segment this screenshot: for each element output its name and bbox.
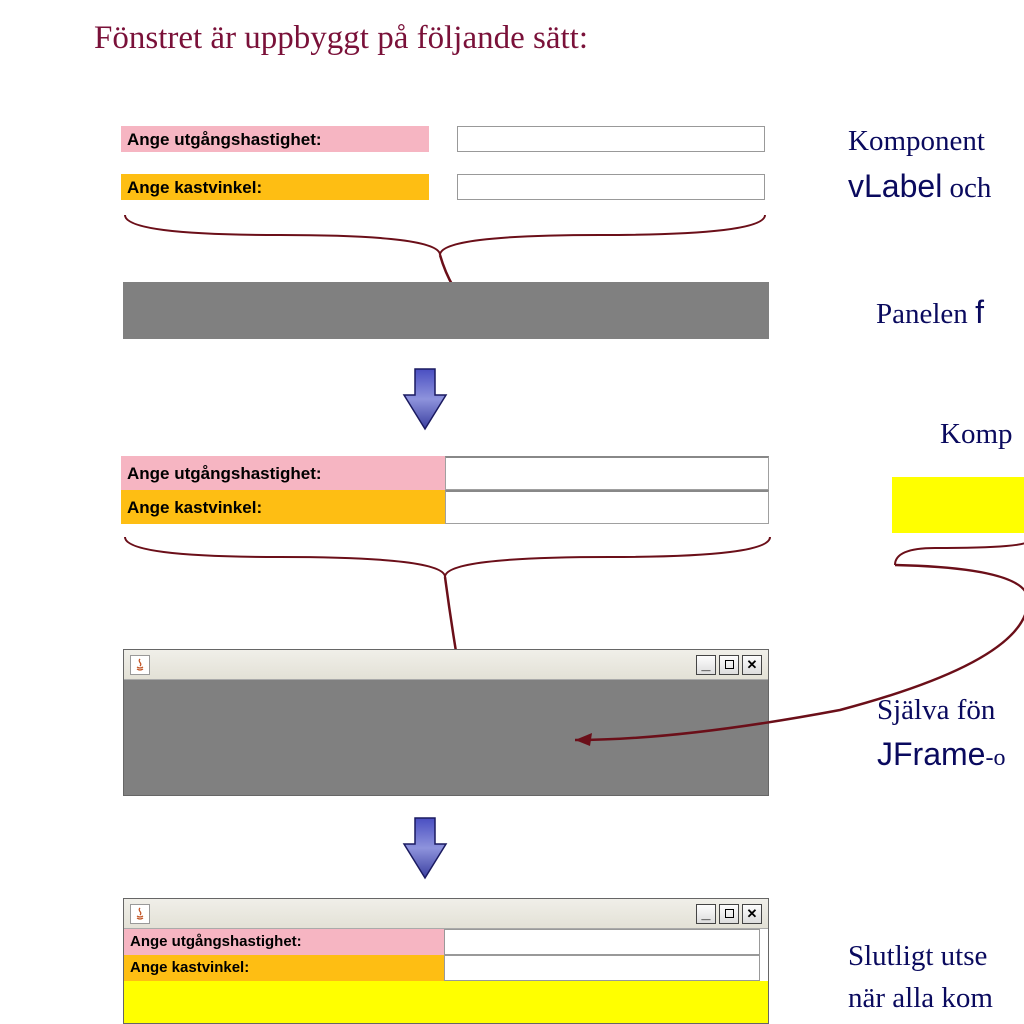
label-angle-3: Ange kastvinkel:	[124, 955, 444, 981]
code-jframe: JFrame	[877, 736, 985, 772]
java-icon	[130, 655, 150, 675]
text-vlabel-line: vLabel och	[848, 168, 991, 205]
label-speed-3: Ange utgångshastighet:	[124, 929, 444, 955]
down-arrow-icon	[400, 365, 450, 435]
input-speed-placeholder	[457, 126, 765, 152]
panel-grey	[123, 282, 769, 339]
text-nar-alla: när alla kom	[848, 982, 993, 1015]
yellow-box-right	[892, 477, 1024, 533]
text-komp: Komp	[940, 418, 1013, 451]
label-angle-2: Ange kastvinkel:	[121, 490, 445, 524]
text-jframe-line: JFrame-o	[877, 736, 1005, 773]
page-title: Fönstret är uppbyggt på följande sätt:	[94, 20, 588, 57]
titlebar-2: _ ✕	[124, 899, 768, 929]
input-angle-2	[445, 490, 769, 524]
text-panelen: Panelen f	[876, 294, 984, 331]
input-angle-placeholder	[457, 174, 765, 200]
text-sjalva: Själva fön	[877, 694, 995, 727]
input-angle-3	[444, 955, 760, 981]
input-speed-3	[444, 929, 760, 955]
input-speed-2	[445, 456, 769, 490]
jframe-final: _ ✕ Ange utgångshastighet: Ange kastvink…	[123, 898, 769, 1024]
stage-panel-filled: Ange utgångshastighet: Ange kastvinkel:	[121, 456, 769, 524]
text-slutligt: Slutligt utse	[848, 940, 987, 973]
close-button-2[interactable]: ✕	[742, 904, 762, 924]
maximize-button-2[interactable]	[719, 904, 739, 924]
text-komponent: Komponent	[848, 125, 985, 158]
java-icon-2	[130, 904, 150, 924]
stage-components: Ange utgångshastighet: Ange kastvinkel:	[121, 126, 765, 200]
label-speed-2: Ange utgångshastighet:	[121, 456, 445, 490]
minimize-button-2[interactable]: _	[696, 904, 716, 924]
down-arrow-icon-2	[400, 814, 450, 884]
label-angle: Ange kastvinkel:	[121, 174, 429, 200]
label-speed: Ange utgångshastighet:	[121, 126, 429, 152]
yellow-drawing-area	[124, 981, 768, 1023]
code-vlabel: vLabel	[848, 168, 942, 204]
